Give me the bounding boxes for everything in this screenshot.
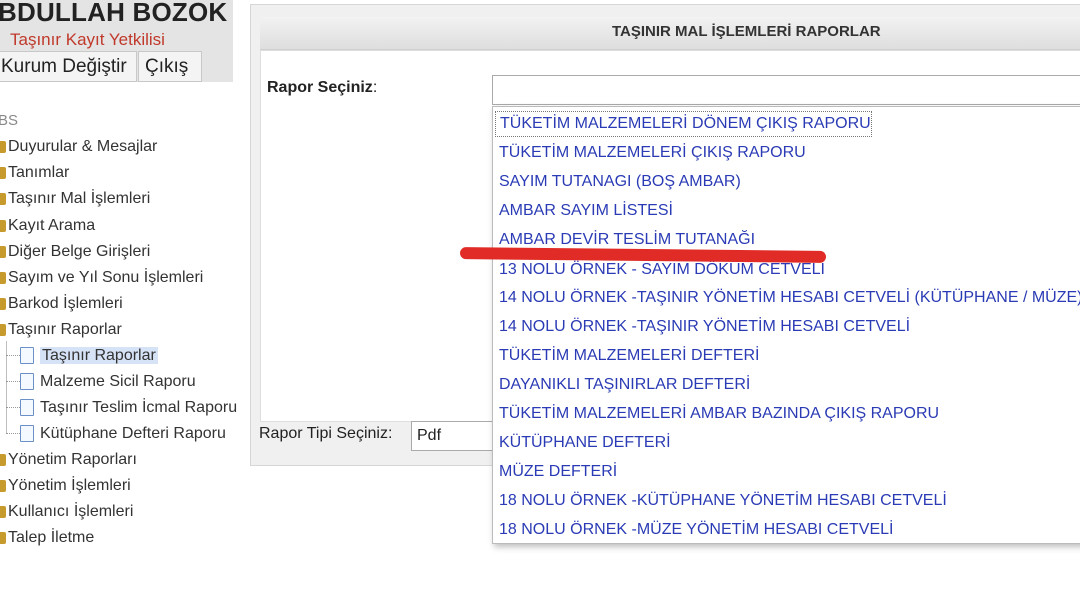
tree-item-label: Kullanıcı İşlemleri (8, 503, 134, 520)
dropdown-option[interactable]: TÜKETİM MALZEMELERİ ÇIKIŞ RAPORU (499, 138, 806, 167)
tree-item-yonetim-raporlari[interactable]: Yönetim Raporları (0, 449, 137, 471)
tree-item-yonetim-islemleri[interactable]: Yönetim İşlemleri (0, 475, 131, 497)
tree-item-talep-iletme[interactable]: Talep İletme (0, 527, 94, 549)
document-icon (20, 373, 34, 391)
report-select-label-text: Rapor Seçiniz (267, 79, 373, 96)
tree-item-label: Yönetim İşlemleri (8, 477, 131, 494)
tree-item-kayit-arama[interactable]: Kayıt Arama (0, 215, 95, 237)
panel-title: TAŞINIR MAL İŞLEMLERİ RAPORLAR (612, 23, 881, 40)
tree-subitem-malzeme-sicil[interactable]: Malzeme Sicil Raporu (0, 371, 196, 393)
tree-subitem-tasinir-raporlar[interactable]: Taşınır Raporlar (0, 345, 158, 367)
folder-open-icon (0, 323, 6, 336)
tree-item-label: Kayıt Arama (8, 217, 96, 234)
tree-subitem-kutuphane-defteri[interactable]: Kütüphane Defteri Raporu (0, 423, 226, 445)
dropdown-option[interactable]: SAYIM TUTANAGI (BOŞ AMBAR) (499, 167, 741, 196)
tree-subitem-label: Taşınır Teslim İcmal Raporu (40, 399, 238, 416)
dropdown-option[interactable]: 18 NOLU ÖRNEK -MÜZE YÖNETİM HESABI CETVE… (499, 515, 893, 543)
folder-icon (0, 531, 6, 544)
dropdown-option[interactable]: 14 NOLU ÖRNEK -TAŞINIR YÖNETİM HESABI CE… (499, 283, 1080, 312)
dropdown-option[interactable]: TÜKETİM MALZEMELERİ AMBAR BAZINDA ÇIKIŞ … (499, 399, 939, 428)
dropdown-option[interactable]: 18 NOLU ÖRNEK -KÜTÜPHANE YÖNETİM HESABI … (499, 486, 947, 515)
tree-item-tanimlar[interactable]: Tanımlar (0, 162, 69, 184)
tree-item-kullanici-islemleri[interactable]: Kullanıcı İşlemleri (0, 501, 133, 523)
document-icon (20, 425, 34, 443)
tree-root-label: BS (0, 112, 19, 129)
user-role: Taşınır Kayıt Yetkilisi (10, 30, 165, 49)
dropdown-option[interactable]: AMBAR SAYIM LİSTESİ (499, 196, 673, 225)
change-org-button[interactable]: Kurum Değiştir (0, 51, 137, 82)
tree-item-label: Taşınır Raporlar (8, 321, 122, 338)
tree-branch (6, 381, 20, 383)
logout-button[interactable]: Çıkış (138, 51, 202, 82)
tree-subitem-teslim-icmal[interactable]: Taşınır Teslim İcmal Raporu (0, 397, 237, 419)
dropdown-option[interactable]: TÜKETİM MALZEMELERİ DEFTERİ (499, 341, 759, 370)
dropdown-option[interactable]: MÜZE DEFTERİ (499, 457, 617, 486)
folder-icon (0, 505, 6, 518)
document-icon (20, 347, 34, 365)
tree-branch (6, 355, 20, 357)
tree-branch (6, 433, 20, 435)
tree-subitem-label: Kütüphane Defteri Raporu (40, 425, 226, 442)
report-select-label-colon: : (372, 79, 378, 96)
tree-item-label: Duyurular & Mesajlar (8, 138, 158, 155)
tree-subitem-label: Taşınır Raporlar (40, 347, 158, 364)
folder-icon (0, 192, 6, 205)
folder-icon (0, 271, 6, 284)
dropdown-option[interactable]: KÜTÜPHANE DEFTERİ (499, 428, 671, 457)
folder-icon (0, 166, 6, 179)
tree-item-label: Tanımlar (8, 164, 70, 181)
report-type-label: Rapor Tipi Seçiniz: (259, 425, 393, 442)
tree-item-label: Taşınır Mal İşlemleri (8, 190, 151, 207)
tree-item-tasinir-mal-islemleri[interactable]: Taşınır Mal İşlemleri (0, 188, 150, 210)
panel-header: TAŞINIR MAL İŞLEMLERİ RAPORLAR (260, 17, 1080, 50)
folder-icon (0, 453, 6, 466)
folder-icon (0, 479, 6, 492)
document-icon (20, 399, 34, 417)
folder-icon (0, 140, 6, 153)
report-dropdown-list[interactable]: TÜKETİM MALZEMELERİ DÖNEM ÇIKIŞ RAPORU T… (492, 106, 1080, 544)
dropdown-option[interactable]: 14 NOLU ÖRNEK -TAŞINIR YÖNETİM HESABI CE… (499, 312, 910, 341)
tree-item-diger-belge[interactable]: Diğer Belge Girişleri (0, 241, 150, 263)
folder-icon (0, 297, 6, 310)
tree-item-tasinir-raporlar[interactable]: Taşınır Raporlar (0, 319, 122, 341)
tree-item-label: Barkod İşlemleri (8, 295, 123, 312)
user-name: BDULLAH BOZOK (0, 0, 228, 27)
folder-icon (0, 219, 6, 232)
tree-item-label: Sayım ve Yıl Sonu İşlemleri (8, 269, 204, 286)
dropdown-option[interactable]: DAYANIKLI TAŞINIRLAR DEFTERİ (499, 370, 750, 399)
report-select[interactable] (492, 75, 1080, 105)
tree-subitem-label: Malzeme Sicil Raporu (40, 373, 196, 390)
report-type-select[interactable]: Pdf (411, 421, 501, 451)
report-select-label: Rapor Seçiniz: (267, 79, 377, 97)
tree-item-label: Diğer Belge Girişleri (8, 243, 151, 260)
user-panel: BDULLAH BOZOK Taşınır Kayıt Yetkilisi Ku… (0, 0, 233, 82)
folder-icon (0, 245, 6, 258)
tree-item-sayim-yil-sonu[interactable]: Sayım ve Yıl Sonu İşlemleri (0, 267, 203, 289)
tree-item-barkod[interactable]: Barkod İşlemleri (0, 293, 123, 315)
tree-item-duyurular[interactable]: Duyurular & Mesajlar (0, 136, 157, 158)
dropdown-option[interactable]: TÜKETİM MALZEMELERİ DÖNEM ÇIKIŞ RAPORU (495, 111, 872, 137)
tree-branch (6, 407, 20, 409)
tree-item-label: Yönetim Raporları (8, 451, 137, 468)
tree-item-label: Talep İletme (8, 529, 95, 546)
